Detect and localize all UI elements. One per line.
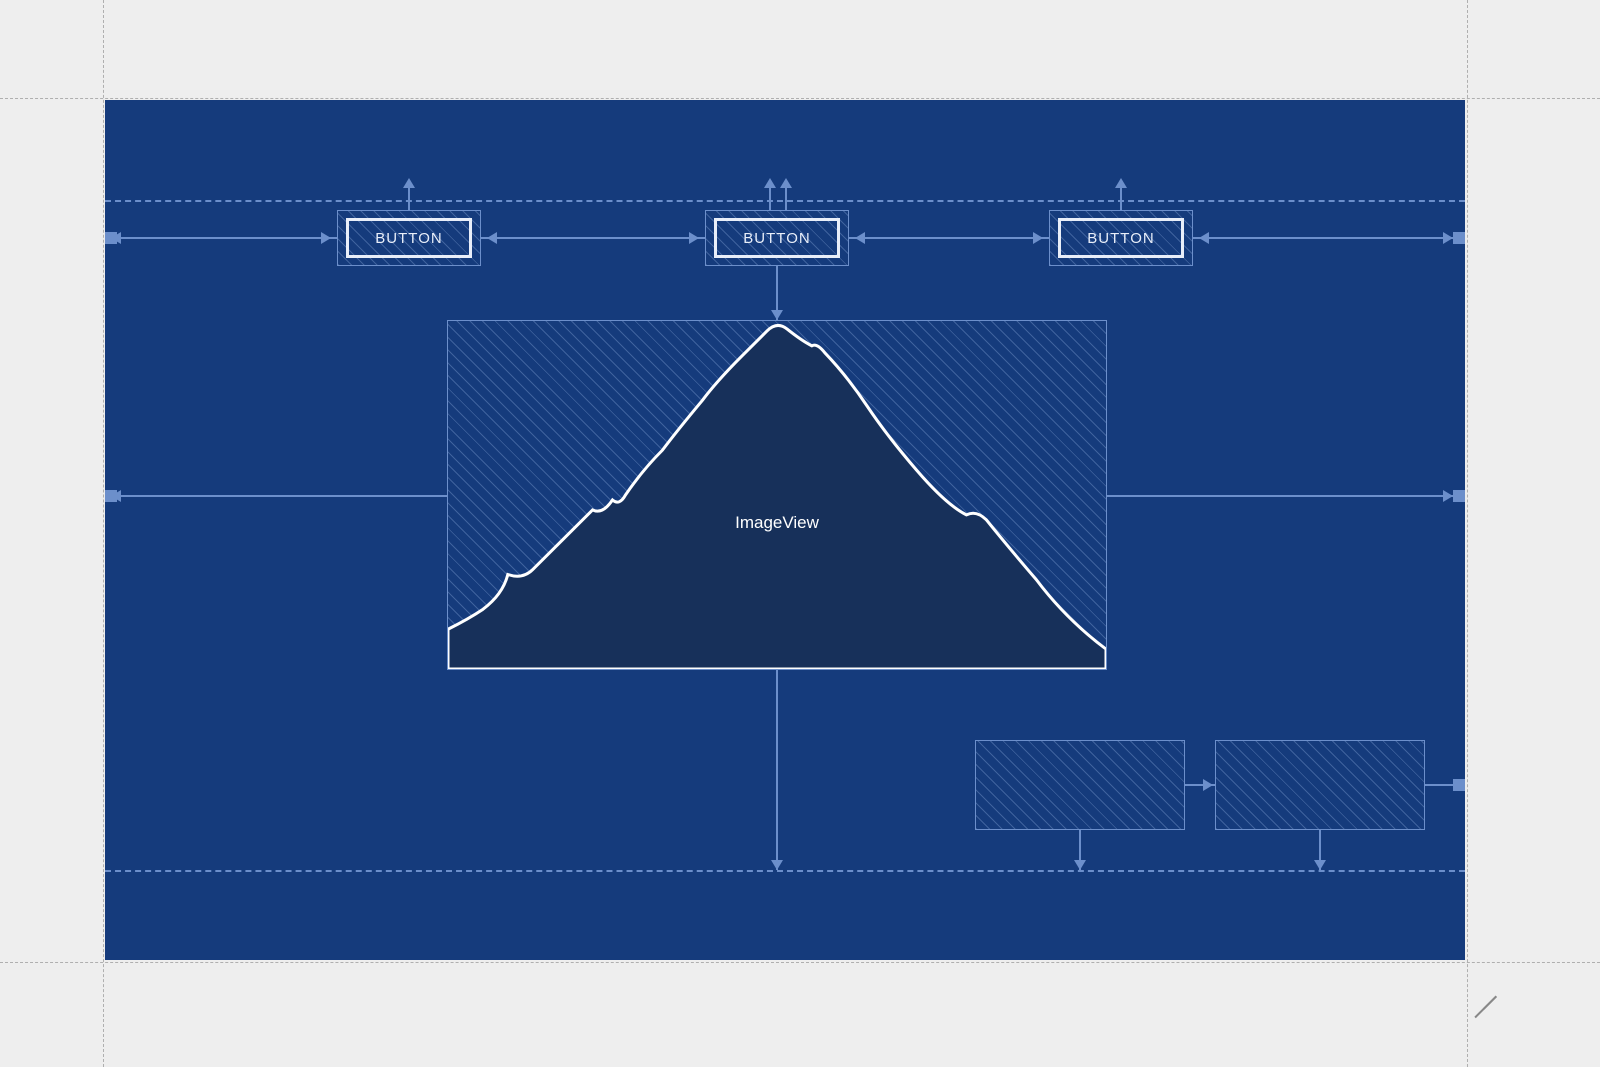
arrow-icon	[1443, 490, 1453, 502]
constraint-btn1-btn2	[481, 237, 705, 239]
imageview-label: ImageView	[735, 513, 819, 533]
button-2[interactable]: BUTTON	[705, 210, 849, 266]
constraint-image-right	[1107, 495, 1465, 497]
constraint-image-left	[105, 495, 447, 497]
constraint-btn1-left	[105, 237, 337, 239]
arrow-icon	[771, 310, 783, 320]
arrow-icon	[111, 232, 121, 244]
anchor-right-edge	[1453, 232, 1465, 244]
arrow-icon	[855, 232, 865, 244]
button-3-label: BUTTON	[1087, 230, 1154, 247]
blueprint-surface[interactable]: BUTTON BUTTON BUTTON I	[105, 100, 1465, 960]
margin-guide-top	[0, 98, 1600, 99]
mountain-icon	[448, 321, 1106, 669]
arrow-icon	[1074, 860, 1086, 870]
guideline-bottom[interactable]	[105, 870, 1465, 872]
arrow-icon	[771, 860, 783, 870]
arrow-icon	[1443, 232, 1453, 244]
arrow-icon	[780, 178, 792, 188]
arrow-icon	[689, 232, 699, 244]
button-2-label: BUTTON	[743, 230, 810, 247]
button-3-inner: BUTTON	[1058, 218, 1184, 258]
arrow-icon	[1314, 860, 1326, 870]
arrow-icon	[403, 178, 415, 188]
button-1-label: BUTTON	[375, 230, 442, 247]
margin-guide-bottom	[0, 962, 1600, 963]
anchor-right-edge-3	[1453, 779, 1465, 791]
arrow-icon	[764, 178, 776, 188]
arrow-icon	[1203, 779, 1213, 791]
arrow-icon	[1199, 232, 1209, 244]
arrow-icon	[111, 490, 121, 502]
footer-box-1[interactable]	[975, 740, 1185, 830]
button-3[interactable]: BUTTON	[1049, 210, 1193, 266]
button-1-inner: BUTTON	[346, 218, 472, 258]
arrow-icon	[1033, 232, 1043, 244]
constraint-btn2-btn3	[849, 237, 1049, 239]
constraint-btn3-right	[1193, 237, 1465, 239]
footer-box-2[interactable]	[1215, 740, 1425, 830]
constraint-image-bottom	[776, 670, 778, 870]
button-2-inner: BUTTON	[714, 218, 840, 258]
resize-handle-icon[interactable]	[1467, 967, 1497, 997]
layout-editor-canvas: BUTTON BUTTON BUTTON I	[0, 0, 1600, 1067]
arrow-icon	[487, 232, 497, 244]
button-1[interactable]: BUTTON	[337, 210, 481, 266]
margin-guide-left	[103, 0, 104, 1067]
margin-guide-right	[1467, 0, 1468, 1067]
imageview[interactable]: ImageView	[447, 320, 1107, 670]
anchor-right-edge-2	[1453, 490, 1465, 502]
arrow-icon	[1115, 178, 1127, 188]
arrow-icon	[321, 232, 331, 244]
